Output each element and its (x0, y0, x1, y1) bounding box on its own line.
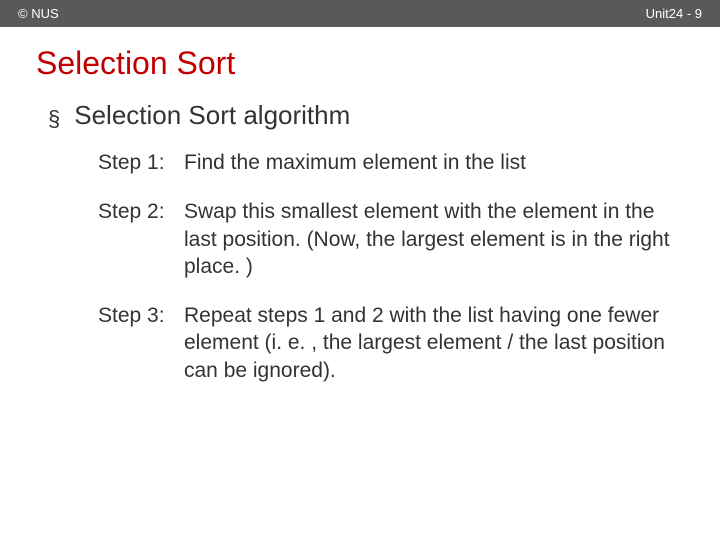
step-label: Step 1: (98, 149, 184, 176)
slide-content: § Selection Sort algorithm Step 1: Find … (0, 90, 720, 384)
step-text: Repeat steps 1 and 2 with the list havin… (184, 302, 674, 384)
bullet-symbol: § (48, 108, 60, 130)
step-item: Step 1: Find the maximum element in the … (98, 149, 674, 176)
step-text: Find the maximum element in the list (184, 149, 674, 176)
step-item: Step 2: Swap this smallest element with … (98, 198, 674, 280)
step-label: Step 3: (98, 302, 184, 329)
steps-list: Step 1: Find the maximum element in the … (36, 149, 684, 384)
step-label: Step 2: (98, 198, 184, 225)
slide-header: © NUS Unit24 - 9 (0, 0, 720, 27)
slide-title: Selection Sort (0, 27, 720, 90)
copyright-text: © NUS (18, 6, 59, 21)
bullet-item: § Selection Sort algorithm (36, 100, 684, 131)
step-text: Swap this smallest element with the elem… (184, 198, 674, 280)
bullet-text: Selection Sort algorithm (74, 100, 350, 131)
unit-page-text: Unit24 - 9 (646, 6, 702, 21)
step-item: Step 3: Repeat steps 1 and 2 with the li… (98, 302, 674, 384)
